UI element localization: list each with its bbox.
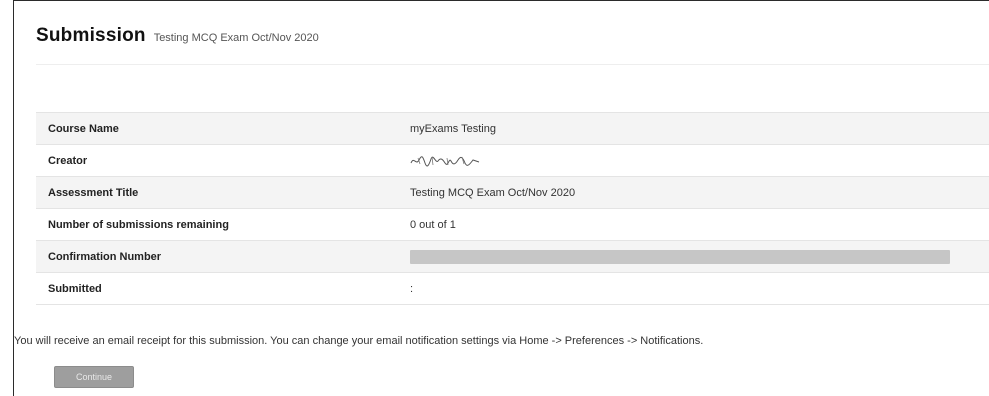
table-row: Assessment Title Testing MCQ Exam Oct/No… <box>36 176 989 209</box>
submitted-value: : <box>410 282 414 295</box>
page-title: Submission <box>36 25 146 46</box>
course-name-label: Course Name <box>48 122 119 135</box>
confirmation-number-label: Confirmation Number <box>48 250 162 263</box>
content-frame: Submission Testing MCQ Exam Oct/Nov 2020… <box>13 0 989 396</box>
course-name-value: myExams Testing <box>410 122 496 135</box>
table-row: Confirmation Number <box>36 240 989 273</box>
creator-label: Creator <box>48 154 88 167</box>
assessment-title-label: Assessment Title <box>48 186 139 199</box>
assessment-title-value: Testing MCQ Exam Oct/Nov 2020 <box>410 186 576 199</box>
table-row: Submitted : <box>36 272 989 305</box>
submissions-remaining-value: 0 out of 1 <box>410 218 456 231</box>
header-divider <box>36 64 989 65</box>
continue-button[interactable]: Continue <box>54 366 134 388</box>
submitted-label: Submitted <box>48 282 102 295</box>
submissions-remaining-label: Number of submissions remaining <box>48 218 229 231</box>
page-subtitle: Testing MCQ Exam Oct/Nov 2020 <box>153 32 319 44</box>
confirmation-number-value <box>398 241 989 273</box>
submission-details-table: Course Name myExams Testing Creator Asse… <box>36 112 989 305</box>
email-receipt-notice: You will receive an email receipt for th… <box>14 335 704 347</box>
table-row: Course Name myExams Testing <box>36 112 989 145</box>
creator-value <box>398 145 989 177</box>
table-row: Creator <box>36 144 989 177</box>
redacted-confirmation-number <box>410 249 950 264</box>
table-row: Number of submissions remaining 0 out of… <box>36 208 989 241</box>
creator-signature-scribble <box>410 155 480 166</box>
page-header: Submission Testing MCQ Exam Oct/Nov 2020 <box>36 25 319 47</box>
